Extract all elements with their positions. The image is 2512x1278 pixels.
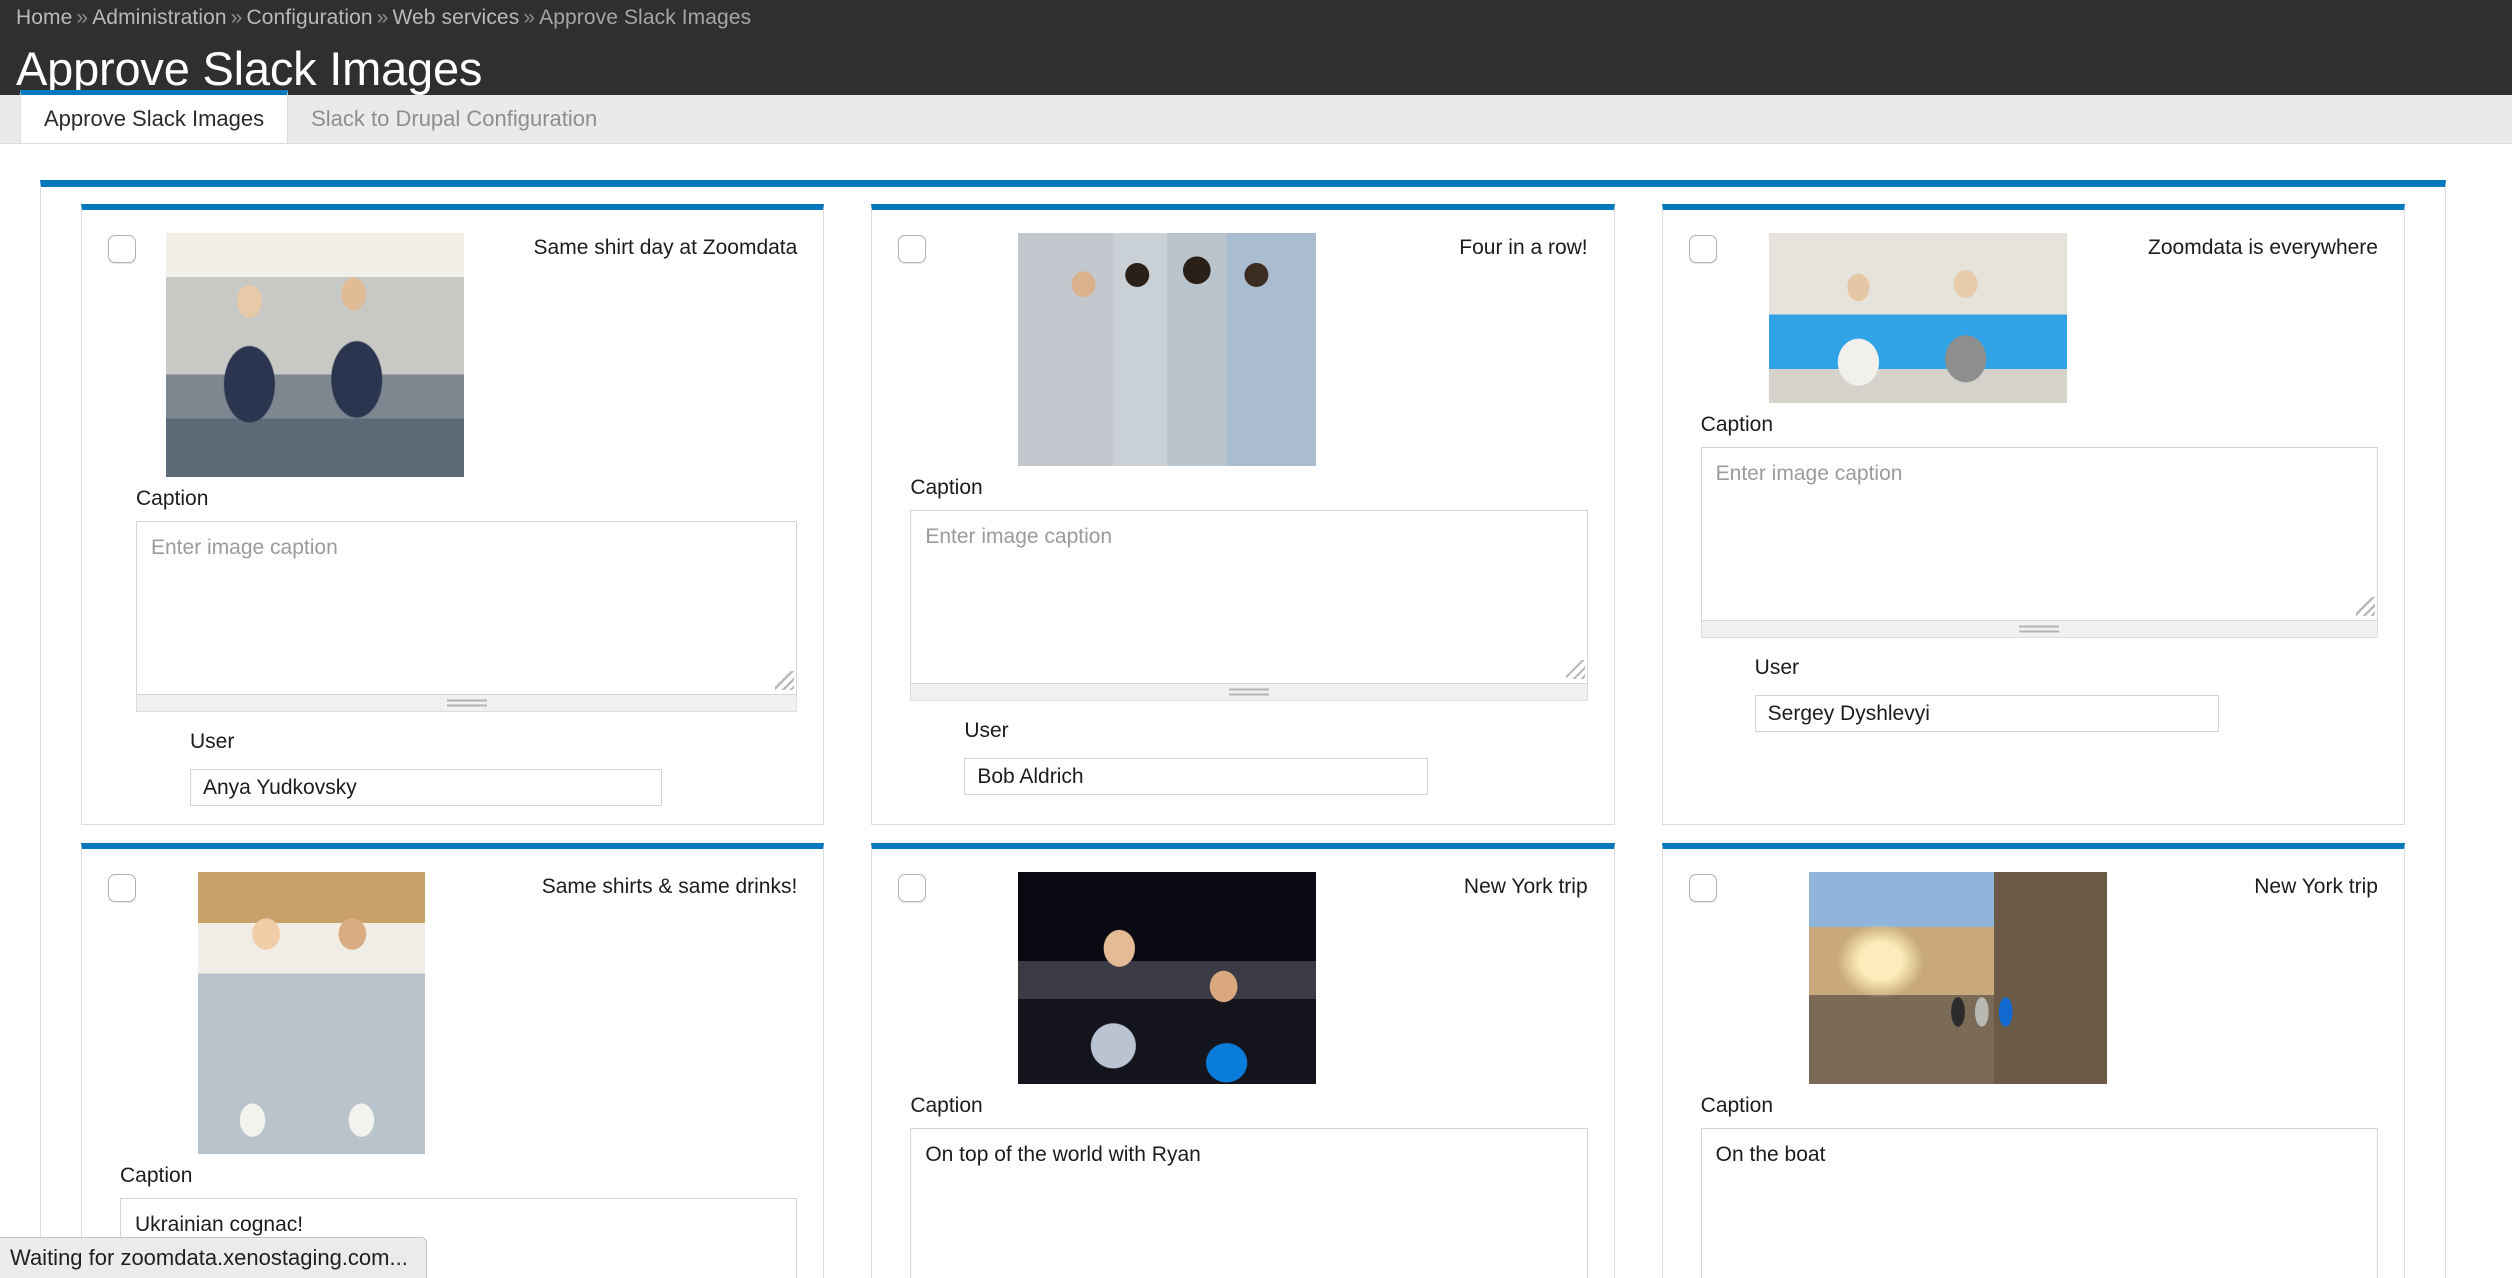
tab-slack-to-drupal-configuration[interactable]: Slack to Drupal Configuration bbox=[288, 95, 620, 143]
caption-input[interactable]: On top of the world with Ryan bbox=[910, 1128, 1588, 1278]
card-header: Same shirts & same drinks! bbox=[82, 849, 823, 1154]
caption-field-wrapper: On top of the world with Ryan bbox=[910, 1128, 1588, 1278]
breadcrumb-separator: » bbox=[376, 6, 389, 29]
scrollbar-thumb[interactable] bbox=[446, 699, 487, 707]
approve-checkbox[interactable] bbox=[108, 235, 136, 263]
approve-slack-images-form: Same shirt day at Zoomdata Caption User bbox=[40, 180, 2446, 1278]
admin-header: Home» Administration» Configuration» Web se… bbox=[0, 0, 2512, 95]
tab-label: Approve Slack Images bbox=[44, 106, 265, 131]
card-title: Same shirts & same drinks! bbox=[541, 875, 798, 898]
slack-image-thumbnail[interactable] bbox=[1018, 233, 1317, 466]
approve-checkbox[interactable] bbox=[898, 874, 927, 902]
image-card: Same shirts & same drinks! Caption Ukrai… bbox=[81, 843, 825, 1278]
approve-checkbox[interactable] bbox=[108, 874, 136, 902]
caption-input[interactable] bbox=[136, 521, 798, 695]
caption-horizontal-scrollbar[interactable] bbox=[136, 695, 798, 712]
scrollbar-thumb[interactable] bbox=[2019, 625, 2060, 633]
caption-horizontal-scrollbar[interactable] bbox=[1700, 621, 2378, 638]
card-row-2: Same shirts & same drinks! Caption Ukrai… bbox=[41, 825, 2445, 1278]
caption-horizontal-scrollbar[interactable] bbox=[910, 684, 1588, 701]
card-row-1: Same shirt day at Zoomdata Caption User bbox=[41, 187, 2445, 825]
card-header: New York trip bbox=[1663, 849, 2404, 1084]
card-header: Same shirt day at Zoomdata bbox=[82, 210, 823, 477]
caption-label: Caption bbox=[1700, 1094, 1774, 1117]
user-label: User bbox=[1754, 656, 1799, 679]
thumbnail-wrapper bbox=[166, 233, 464, 477]
approve-checkbox[interactable] bbox=[1688, 874, 1717, 902]
breadcrumb-item-configuration[interactable]: Configuration bbox=[246, 6, 372, 29]
tab-approve-slack-images[interactable]: Approve Slack Images bbox=[20, 90, 289, 143]
status-bar-message: Waiting for zoomdata.xenostaging.com... bbox=[0, 1237, 427, 1278]
card-title: Same shirt day at Zoomdata bbox=[533, 236, 798, 259]
breadcrumb-item-administration[interactable]: Administration bbox=[92, 6, 226, 29]
card-title: New York trip bbox=[1463, 875, 1588, 898]
card-title: New York trip bbox=[2254, 875, 2378, 898]
caption-field-wrapper bbox=[910, 510, 1588, 701]
page-title: Approve Slack Images bbox=[16, 42, 483, 95]
user-label: User bbox=[190, 730, 235, 753]
main-content: Same shirt day at Zoomdata Caption User bbox=[0, 180, 2512, 1278]
caption-input[interactable] bbox=[910, 510, 1588, 684]
thumbnail-wrapper bbox=[1808, 872, 2107, 1084]
image-card: Zoomdata is everywhere Caption User bbox=[1661, 204, 2405, 825]
caption-field-wrapper bbox=[1700, 447, 2378, 638]
thumbnail-wrapper bbox=[1018, 872, 1317, 1084]
caption-input[interactable]: On the boat bbox=[1700, 1128, 2378, 1278]
thumbnail-wrapper bbox=[1768, 233, 2067, 403]
breadcrumb-separator: » bbox=[76, 6, 89, 29]
image-card: Same shirt day at Zoomdata Caption User bbox=[81, 204, 825, 825]
approve-checkbox[interactable] bbox=[1688, 235, 1717, 263]
image-card: New York trip Caption On top of the worl… bbox=[871, 843, 1615, 1278]
tab-label: Slack to Drupal Configuration bbox=[311, 106, 598, 131]
image-card: New York trip Caption On the boat User bbox=[1661, 843, 2405, 1278]
card-header: Zoomdata is everywhere bbox=[1663, 210, 2404, 403]
breadcrumb-item-current: Approve Slack Images bbox=[539, 6, 752, 29]
caption-field-wrapper bbox=[136, 521, 798, 712]
tab-bar: Approve Slack Images Slack to Drupal Con… bbox=[0, 90, 2512, 144]
breadcrumb-item-home[interactable]: Home bbox=[16, 6, 72, 29]
user-input[interactable] bbox=[190, 769, 662, 806]
thumbnail-wrapper bbox=[198, 872, 425, 1154]
card-title: Four in a row! bbox=[1459, 236, 1588, 259]
breadcrumb: Home» Administration» Configuration» Web se… bbox=[16, 0, 2512, 28]
card-header: Four in a row! bbox=[872, 210, 1613, 466]
slack-image-thumbnail[interactable] bbox=[1018, 872, 1317, 1084]
card-title: Zoomdata is everywhere bbox=[2148, 236, 2378, 259]
caption-label: Caption bbox=[910, 476, 983, 499]
slack-image-thumbnail[interactable] bbox=[166, 233, 464, 477]
caption-field-wrapper: On the boat bbox=[1700, 1128, 2378, 1278]
slack-image-thumbnail[interactable] bbox=[1768, 233, 2067, 403]
caption-label: Caption bbox=[136, 487, 209, 510]
caption-label: Caption bbox=[910, 1094, 983, 1117]
thumbnail-wrapper bbox=[1018, 233, 1317, 466]
slack-image-thumbnail[interactable] bbox=[1808, 872, 2107, 1084]
user-input[interactable] bbox=[1754, 695, 2219, 732]
approve-checkbox[interactable] bbox=[898, 235, 927, 263]
caption-label: Caption bbox=[1700, 413, 1774, 436]
breadcrumb-separator: » bbox=[523, 6, 536, 29]
breadcrumb-item-web-services[interactable]: Web services bbox=[392, 6, 519, 29]
user-input[interactable] bbox=[964, 758, 1429, 795]
image-card: Four in a row! Caption User bbox=[871, 204, 1615, 825]
caption-label: Caption bbox=[120, 1164, 193, 1187]
scrollbar-thumb[interactable] bbox=[1228, 688, 1269, 696]
breadcrumb-separator: » bbox=[230, 6, 243, 29]
user-label: User bbox=[964, 719, 1009, 742]
card-header: New York trip bbox=[872, 849, 1613, 1084]
slack-image-thumbnail[interactable] bbox=[198, 872, 425, 1154]
caption-input[interactable] bbox=[1700, 447, 2378, 621]
